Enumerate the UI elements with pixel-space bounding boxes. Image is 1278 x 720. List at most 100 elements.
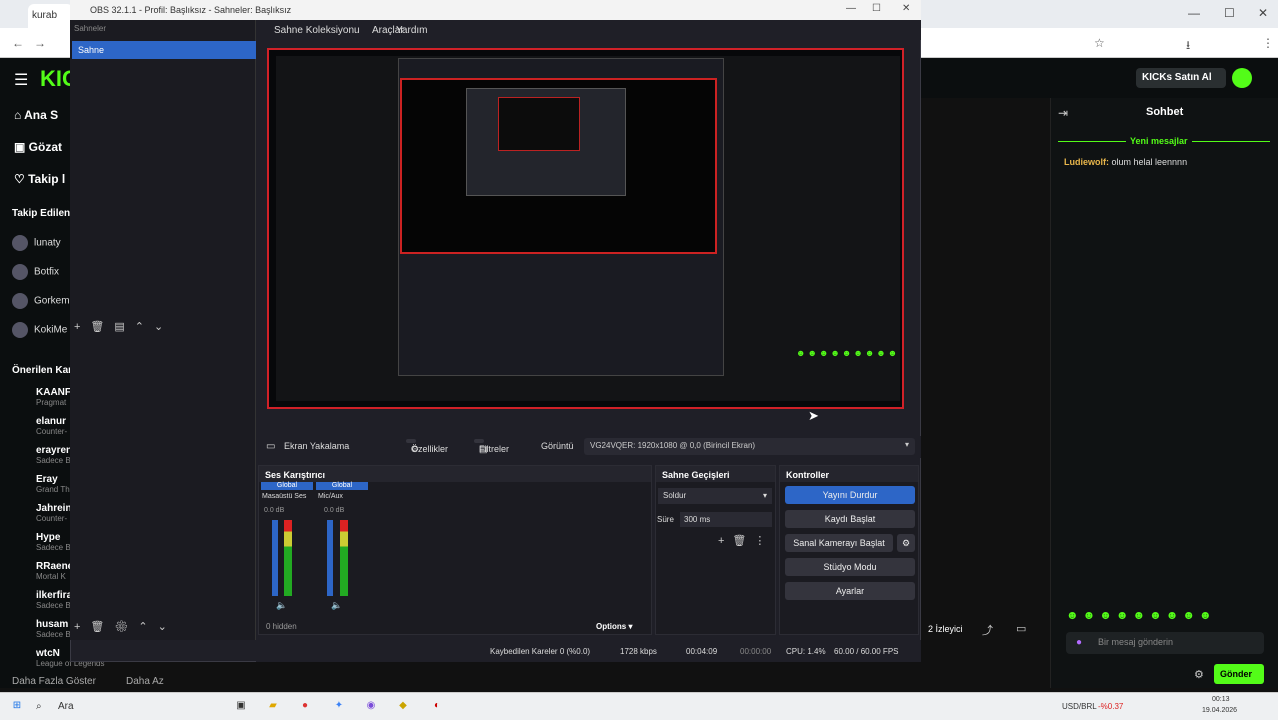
desktop-volume-meter [284, 520, 292, 596]
obs-titlebar: OBS 32.1.1 - Profil: Başlıksız - Sahnele… [70, 0, 921, 20]
taskbar-search[interactable]: Ara [58, 701, 74, 712]
emote-bar[interactable]: ☻☻☻☻☻☻☻☻☻ [1066, 608, 1216, 622]
nav-home[interactable]: ⌂ Ana S [14, 108, 58, 122]
start-record-button[interactable]: Kaydı Başlat [785, 510, 915, 528]
search-icon[interactable]: ⌕ [36, 701, 42, 712]
scenes-header: Sahneler [74, 24, 107, 33]
filters-button[interactable]: ▤ Filtreler [474, 439, 509, 454]
monitor-icon: ▭ [266, 441, 276, 452]
speaker-icon[interactable]: 🔈 [276, 600, 287, 611]
obs-maximize-icon[interactable]: ☐ [872, 3, 881, 14]
hamburger-icon[interactable]: ☰ [14, 70, 28, 90]
heart-icon: ♡ [14, 172, 29, 186]
back-icon[interactable]: ← [12, 36, 24, 50]
vcam-settings-icon[interactable]: ⚙ [897, 534, 915, 552]
channel-item[interactable]: ilkerfira Sadece B [36, 590, 72, 610]
maximize-icon[interactable]: ☐ [1224, 6, 1235, 20]
chat-input[interactable]: Bir mesaj gönderin [1066, 632, 1264, 654]
show-less-link[interactable]: Daha Az [126, 676, 164, 687]
settings-icon[interactable]: ⚙ [1194, 668, 1204, 681]
currency-pair: USD/BRL [1062, 702, 1097, 711]
controls-title: Kontroller [780, 466, 918, 482]
nav-following[interactable]: ♡ Takip l [14, 172, 65, 186]
channel-item[interactable]: Jahrein Counter- [36, 503, 72, 523]
home-icon: ⌂ [14, 108, 25, 122]
menu-icon[interactable]: ⋮ [1262, 36, 1274, 50]
app-icon[interactable]: ◉ [362, 698, 380, 716]
desktop-volume-slider[interactable] [272, 520, 278, 596]
options-label: Options [596, 622, 627, 631]
minimize-icon[interactable]: — [1188, 6, 1200, 20]
scene-item[interactable]: Sahne [72, 41, 256, 59]
display-value: VG24VQER: 1920x1080 @ 0,0 (Birincil Ekra… [590, 441, 756, 450]
scenes-toolbar[interactable]: +🗑⚙⌃⌄ [74, 620, 177, 633]
studio-mode-button[interactable]: Stüdyo Modu [785, 558, 915, 576]
clock-date[interactable]: 19.04.2026 [1202, 707, 1237, 714]
theater-icon[interactable]: ▭ [1016, 622, 1026, 635]
show-more-link[interactable]: Daha Fazla Göster [12, 676, 96, 687]
channel-category: Counter- [36, 514, 68, 523]
forward-icon[interactable]: → [34, 36, 46, 50]
browser-tab[interactable]: kurab [28, 4, 73, 28]
followed-item[interactable]: Gorkem [12, 293, 70, 309]
transition-toolbar[interactable]: +🗑⋮ [718, 534, 773, 547]
mic-aux-label[interactable]: Mic/Aux [318, 493, 343, 500]
options-button[interactable]: Options ▾ [596, 622, 632, 631]
followed-item[interactable]: KokiMe [12, 322, 67, 338]
desktop-audio-label[interactable]: Masaüstü Ses [262, 493, 306, 500]
obs-minimize-icon[interactable]: — [846, 3, 856, 14]
menu-help[interactable]: Yardım [396, 25, 428, 36]
channel-item[interactable]: elanur Counter- [36, 416, 67, 436]
mic-volume-slider[interactable] [327, 520, 333, 596]
channel-item[interactable]: Hype Sadece B [36, 532, 71, 552]
properties-button[interactable]: ⚙ Özellikler [406, 439, 448, 454]
start-vcam-button[interactable]: Sanal Kamerayı Başlat [785, 534, 893, 552]
chevron-down-icon: ▾ [762, 491, 767, 500]
channel-name: elanur [36, 416, 67, 427]
followed-name: Gorkem [34, 295, 70, 307]
explorer-icon[interactable]: ▰ [264, 698, 282, 716]
app-icon[interactable]: ◆ [394, 698, 412, 716]
share-icon[interactable]: ⤴ [982, 622, 993, 638]
settings-button[interactable]: Ayarlar [785, 582, 915, 600]
desktop-db-value: 0.0 dB [264, 507, 285, 514]
duration-input[interactable]: 300 ms [680, 512, 772, 527]
stop-stream-button[interactable]: Yayını Durdur [785, 486, 915, 504]
channel-item[interactable]: erayren Sadece B [36, 445, 72, 465]
chrome-icon[interactable]: ● [296, 698, 314, 716]
channel-name: Hype [36, 532, 61, 543]
channel-name: ilkerfira [36, 590, 73, 601]
chat-username[interactable]: Ludiewolf: [1064, 157, 1109, 167]
channel-category: Pragmat [36, 398, 67, 407]
windows-icon[interactable]: ⊞ [8, 698, 26, 716]
browse-icon: ▣ [14, 140, 29, 154]
channel-item[interactable]: KAANF Pragmat [36, 387, 71, 407]
collapse-chat-icon[interactable]: ⇥ [1058, 106, 1068, 120]
followed-item[interactable]: lunaty [12, 235, 61, 251]
star-icon[interactable]: ☆ [1094, 36, 1105, 50]
chevron-down-icon: ▾ [904, 440, 909, 449]
transition-select[interactable]: Soldur ▾ [658, 488, 772, 504]
clock-time[interactable]: 00:13 [1212, 696, 1230, 703]
buy-kicks-button[interactable]: KICKs Satın Al [1136, 68, 1226, 88]
channel-item[interactable]: Eray Grand Th [36, 474, 70, 494]
download-icon[interactable]: ⭳ [1186, 36, 1190, 57]
filters-label: Filtreler [479, 444, 510, 454]
followed-item[interactable]: Botfix [12, 264, 59, 280]
sources-toolbar[interactable]: +🗑▤⌃⌄ [74, 320, 173, 333]
taskbar: ⊞ ⌕ Ara ▣ ▰ ● ✦ ◉ ◆ ◐ USD/BRL -%0.37 00:… [0, 692, 1278, 720]
mic-icon[interactable]: ● [1076, 637, 1082, 648]
menu-scene-collection[interactable]: Sahne Koleksiyonu [274, 25, 360, 36]
speaker-icon[interactable]: 🔈 [331, 600, 342, 611]
close-icon[interactable]: ✕ [1258, 6, 1268, 20]
task-view-icon[interactable]: ▣ [232, 698, 250, 716]
obs-taskbar-icon[interactable]: ◐ [428, 698, 446, 716]
nav-browse[interactable]: ▣ Gözat [14, 140, 62, 154]
display-select[interactable]: VG24VQER: 1920x1080 @ 0,0 (Birincil Ekra… [584, 438, 915, 455]
user-avatar[interactable] [1232, 68, 1252, 88]
channel-item[interactable]: husam Sadece B [36, 619, 71, 639]
obs-close-icon[interactable]: ✕ [902, 3, 910, 14]
send-button[interactable]: Gönder [1214, 664, 1264, 684]
channel-item[interactable]: RRaene Mortal K [36, 561, 73, 581]
app-icon[interactable]: ✦ [330, 698, 348, 716]
